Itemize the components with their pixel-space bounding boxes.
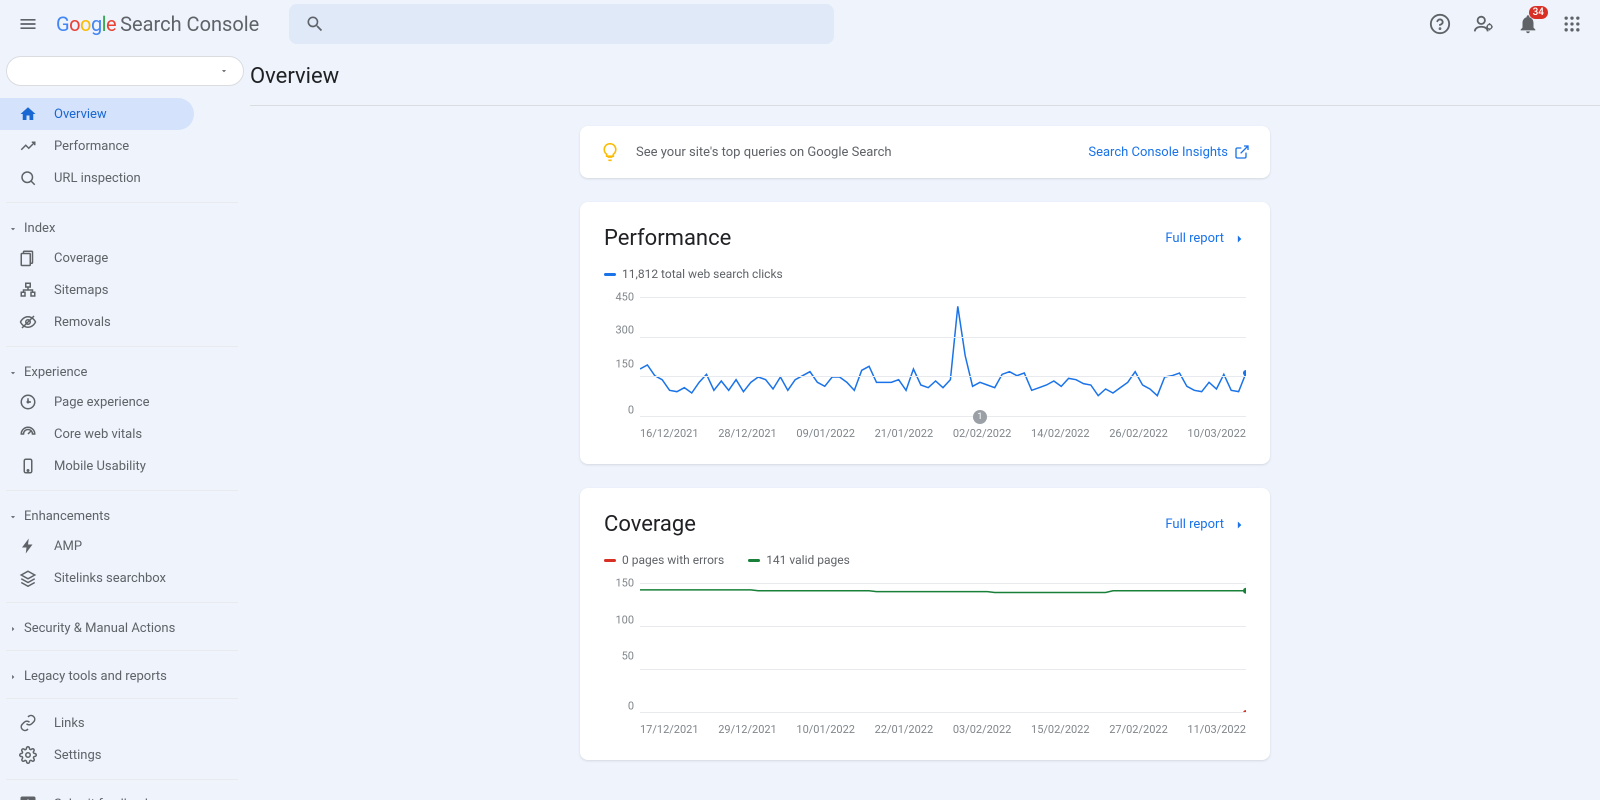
insights-text: See your site's top queries on Google Se… bbox=[636, 145, 1072, 160]
insights-link[interactable]: Search Console Insights bbox=[1088, 144, 1250, 160]
chevron-down-icon bbox=[8, 224, 18, 234]
full-report-link[interactable]: Full report bbox=[1165, 517, 1246, 532]
sidebar-item-label: Submit feedback bbox=[54, 797, 151, 800]
sidebar-item-label: Removals bbox=[54, 315, 111, 330]
sidebar-item-links[interactable]: Links bbox=[0, 707, 194, 739]
sidebar: Overview Performance URL inspection Inde… bbox=[0, 48, 250, 800]
sidebar-item-url-inspection[interactable]: URL inspection bbox=[0, 162, 194, 194]
mobile-icon bbox=[18, 456, 38, 476]
sidebar-item-label: Coverage bbox=[54, 251, 108, 266]
sidebar-item-label: Page experience bbox=[54, 395, 150, 410]
property-selector[interactable] bbox=[6, 56, 244, 86]
sidebar-section-label: Legacy tools and reports bbox=[24, 669, 167, 684]
search-icon bbox=[305, 14, 325, 34]
chevron-right-icon bbox=[8, 672, 18, 682]
header: Google Search Console 34 bbox=[0, 0, 1600, 48]
chevron-right-icon bbox=[1232, 232, 1246, 246]
chevron-down-icon bbox=[8, 368, 18, 378]
chevron-down-icon bbox=[219, 66, 229, 76]
home-icon bbox=[18, 104, 38, 124]
legend-item: 11,812 total web search clicks bbox=[604, 267, 783, 281]
gear-icon bbox=[18, 745, 38, 765]
notifications-icon[interactable]: 34 bbox=[1516, 12, 1540, 36]
notification-badge: 34 bbox=[1529, 6, 1548, 19]
feedback-icon bbox=[18, 794, 38, 800]
chevron-down-icon bbox=[8, 512, 18, 522]
sidebar-item-mobile-usability[interactable]: Mobile Usability bbox=[0, 450, 194, 482]
sidebar-section-label: Experience bbox=[24, 365, 87, 380]
menu-icon[interactable] bbox=[16, 12, 40, 36]
removals-icon bbox=[18, 312, 38, 332]
chart-annotation[interactable]: 1 bbox=[973, 410, 987, 424]
manage-users-icon[interactable] bbox=[1472, 12, 1496, 36]
sidebar-item-feedback[interactable]: Submit feedback bbox=[0, 788, 194, 800]
sidebar-item-label: Overview bbox=[54, 107, 107, 122]
lightbulb-icon bbox=[600, 142, 620, 162]
sitemaps-icon bbox=[18, 280, 38, 300]
chevron-right-icon bbox=[8, 624, 18, 634]
sidebar-item-label: Settings bbox=[54, 748, 101, 763]
sidebar-section-label: Enhancements bbox=[24, 509, 110, 524]
legend-item-valid: 141 valid pages bbox=[748, 553, 850, 567]
sidebar-item-label: Sitemaps bbox=[54, 283, 109, 298]
page-experience-icon bbox=[18, 392, 38, 412]
sidebar-item-label: Sitelinks searchbox bbox=[54, 571, 166, 586]
sidebar-item-label: Links bbox=[54, 716, 85, 731]
performance-chart: 4503001500 1 16/12/202128/12/202109/01/2… bbox=[604, 297, 1246, 440]
apps-icon[interactable] bbox=[1560, 12, 1584, 36]
sidebar-item-label: Core web vitals bbox=[54, 427, 142, 442]
sidebar-item-label: Performance bbox=[54, 139, 129, 154]
page-title: Overview bbox=[250, 64, 1600, 89]
search-input[interactable] bbox=[289, 4, 834, 44]
coverage-chart: 150100500 17/12/202129/12/202110/01/2022… bbox=[604, 583, 1246, 736]
full-report-link[interactable]: Full report bbox=[1165, 231, 1246, 246]
coverage-card: Coverage Full report 0 pages with errors… bbox=[580, 488, 1270, 760]
sidebar-item-performance[interactable]: Performance bbox=[0, 130, 194, 162]
sidebar-item-label: Mobile Usability bbox=[54, 459, 146, 474]
card-title: Performance bbox=[604, 226, 731, 251]
sidebar-item-settings[interactable]: Settings bbox=[0, 739, 194, 771]
speedometer-icon bbox=[18, 424, 38, 444]
sidebar-item-label: AMP bbox=[54, 539, 82, 554]
chevron-right-icon bbox=[1232, 518, 1246, 532]
sidebar-item-sitemaps[interactable]: Sitemaps bbox=[0, 274, 194, 306]
header-actions: 34 bbox=[1428, 12, 1584, 36]
card-title: Coverage bbox=[604, 512, 696, 537]
sidebar-item-removals[interactable]: Removals bbox=[0, 306, 194, 338]
coverage-icon bbox=[18, 248, 38, 268]
sidebar-item-page-experience[interactable]: Page experience bbox=[0, 386, 194, 418]
sitelinks-icon bbox=[18, 568, 38, 588]
sidebar-section-label: Security & Manual Actions bbox=[24, 621, 175, 636]
performance-card: Performance Full report 11,812 total web… bbox=[580, 202, 1270, 464]
sidebar-item-core-web-vitals[interactable]: Core web vitals bbox=[0, 418, 194, 450]
sidebar-section-index[interactable]: Index bbox=[0, 211, 250, 242]
performance-icon bbox=[18, 136, 38, 156]
sidebar-item-sitelinks-searchbox[interactable]: Sitelinks searchbox bbox=[0, 562, 194, 594]
amp-icon bbox=[18, 536, 38, 556]
sidebar-item-coverage[interactable]: Coverage bbox=[0, 242, 194, 274]
search-icon bbox=[18, 168, 38, 188]
sidebar-section-label: Index bbox=[24, 221, 55, 236]
product-name: Search Console bbox=[120, 12, 259, 36]
main: Overview See your site's top queries on … bbox=[250, 0, 1600, 760]
help-icon[interactable] bbox=[1428, 12, 1452, 36]
sidebar-section-legacy[interactable]: Legacy tools and reports bbox=[0, 659, 250, 690]
sidebar-section-security[interactable]: Security & Manual Actions bbox=[0, 611, 250, 642]
logo[interactable]: Google Search Console bbox=[56, 12, 259, 36]
sidebar-section-experience[interactable]: Experience bbox=[0, 355, 250, 386]
open-external-icon bbox=[1234, 144, 1250, 160]
sidebar-item-overview[interactable]: Overview bbox=[0, 98, 194, 130]
sidebar-item-amp[interactable]: AMP bbox=[0, 530, 194, 562]
legend-item-errors: 0 pages with errors bbox=[604, 553, 724, 567]
sidebar-section-enhancements[interactable]: Enhancements bbox=[0, 499, 250, 530]
links-icon bbox=[18, 713, 38, 733]
insights-banner: See your site's top queries on Google Se… bbox=[580, 126, 1270, 178]
sidebar-item-label: URL inspection bbox=[54, 171, 141, 186]
